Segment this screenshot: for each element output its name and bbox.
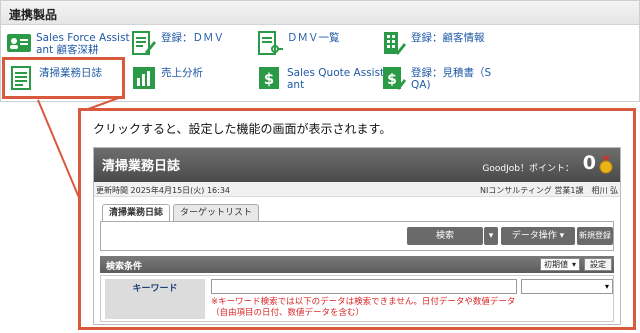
svg-text:$: $ [387, 72, 397, 88]
app-label: 登録：ＤＭＶ [161, 32, 224, 44]
app-label: ant [287, 79, 305, 91]
dollar-pencil-icon: $ [383, 67, 406, 90]
people-card-icon [7, 34, 31, 52]
screen-title: 清掃業務日誌 [102, 159, 181, 174]
screen-title-bar: 清掃業務日誌 GoodJob！ポイント： 0 [94, 148, 620, 182]
list-key-icon [258, 31, 283, 55]
search-button[interactable]: 検索 [407, 227, 483, 245]
updated-time: 更新時間 2025年4月15日(火) 16:34 [96, 186, 231, 195]
app-label: Sales Quote Assist [287, 67, 385, 79]
app-register-quote[interactable]: $ 登録：見積書（S QA) [381, 65, 491, 91]
tab-bar: 清掃業務日誌 ターゲットリスト [102, 204, 262, 221]
building-pencil-icon [384, 32, 406, 55]
keyword-mode-select[interactable]: ▾ [521, 279, 613, 294]
medal-icon [599, 156, 613, 174]
tab-target-list[interactable]: ターゲットリスト [173, 204, 260, 221]
set-button[interactable]: 設定 [584, 258, 612, 271]
app-label: ant 顧客深耕 [36, 44, 99, 56]
search-conditions-title: 検索条件 [106, 262, 143, 272]
search-button-label: 検索 [435, 231, 454, 241]
user-info: NIコンサルティング 営業1課 相川 弘 [479, 186, 618, 195]
data-ops-button[interactable]: データ操作 ▾ [501, 227, 575, 245]
callout-text: クリックすると、設定した機能の画面が表示されます。 [93, 122, 392, 136]
chevron-down-icon: ▾ [571, 260, 576, 269]
app-label: 登録：見積書（S [411, 67, 492, 79]
chevron-down-icon: ▾ [559, 231, 565, 241]
chevron-down-icon: ▾ [604, 282, 609, 291]
app-label: QA) [411, 79, 431, 91]
data-ops-label: データ操作 [511, 231, 557, 241]
initial-value-label: 初期値 [544, 260, 568, 269]
keyword-input[interactable] [211, 279, 517, 294]
keyword-row: キーワード ▾ ※キーワード検索では以下のデータは検索できません。日付データや数… [100, 275, 614, 322]
app-label: ＤＭＶ一覧 [287, 32, 340, 44]
app-register-customer[interactable]: 登録：顧客情報 [381, 30, 485, 56]
app-sales-analysis[interactable]: 売上分析 [131, 65, 203, 91]
bar-chart-icon [133, 67, 155, 89]
app-dmv-list[interactable]: ＤＭＶ一覧 [257, 30, 340, 56]
form-pencil-icon [132, 31, 156, 55]
app-sales-quote-assistant[interactable]: $ Sales Quote Assist ant [257, 65, 384, 91]
new-entry-label: 新規登録 [579, 231, 611, 240]
app-screen-preview: 清掃業務日誌 GoodJob！ポイント： 0 更新時間 2025年4月15日(火… [93, 147, 621, 325]
panel-title: 連携製品 [1, 1, 639, 25]
toolbar: 検索 ▾ データ操作 ▾ 新規登録 [100, 221, 614, 251]
keyword-note: ※キーワード検索では以下のデータは検索できません。日付データや数値データ（自由項… [211, 297, 516, 318]
callout: クリックすると、設定した機能の画面が表示されます。 清掃業務日誌 GoodJob… [78, 108, 636, 330]
tab-cleaning-log[interactable]: 清掃業務日誌 [102, 204, 171, 221]
highlight-box [2, 57, 125, 99]
keyword-label: キーワード [105, 279, 205, 319]
goodjob-label: GoodJob！ポイント： [482, 164, 574, 174]
new-entry-button[interactable]: 新規登録 [577, 227, 613, 245]
search-conditions-bar: 検索条件 初期値 ▾ 設定 [100, 256, 614, 273]
dollar-document-icon: $ [259, 67, 279, 89]
search-dropdown-button[interactable]: ▾ [484, 227, 498, 245]
status-bar: 更新時間 2025年4月15日(火) 16:34 NIコンサルティング 営業1課… [94, 182, 620, 197]
goodjob-points: 0 [582, 152, 596, 174]
chevron-down-icon: ▾ [488, 231, 494, 241]
linked-products-panel: 連携製品 Sales Force Assist ant 顧客深耕 登録：ＤＭＶ Ｄ… [0, 0, 640, 102]
svg-text:$: $ [264, 70, 274, 88]
app-label: Sales Force Assist [36, 32, 130, 44]
app-sales-force-assistant[interactable]: Sales Force Assist ant 顧客深耕 [6, 30, 130, 56]
app-label: 売上分析 [161, 67, 203, 79]
initial-value-select[interactable]: 初期値 ▾ [540, 258, 580, 271]
app-label: 登録：顧客情報 [411, 32, 485, 44]
app-register-dmv[interactable]: 登録：ＤＭＶ [131, 30, 224, 56]
